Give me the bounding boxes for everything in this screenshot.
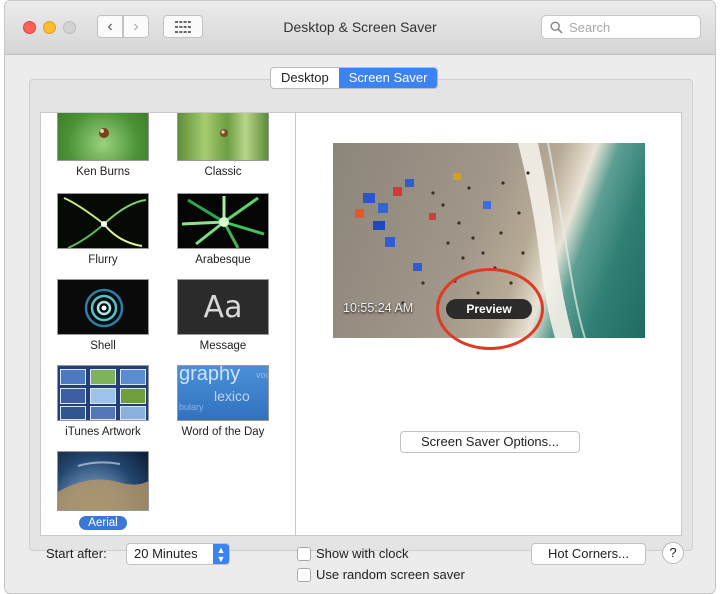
screensaver-label: Word of the Day: [181, 426, 265, 438]
aerial-thumbnail: [57, 451, 149, 511]
random-screensaver-checkbox[interactable]: [297, 568, 311, 582]
screensaver-item-message[interactable]: Aa Message: [173, 279, 273, 352]
screensaver-item-classic[interactable]: Classic: [173, 113, 273, 178]
search-placeholder: Search: [569, 19, 611, 35]
classic-thumbnail: [177, 113, 269, 161]
start-after-select[interactable]: 20 Minutes ▲ ▼: [126, 543, 230, 565]
itunes-artwork-thumbnail: [57, 365, 149, 421]
screen-saver-options-button[interactable]: Screen Saver Options...: [400, 431, 580, 453]
screensaver-item-aerial[interactable]: Aerial: [53, 451, 153, 530]
tab-bar: Desktop Screen Saver: [270, 67, 439, 89]
screensaver-item-ken-burns[interactable]: Ken Burns: [53, 113, 153, 178]
screensaver-label: Ken Burns: [76, 166, 130, 178]
screensaver-label: Message: [199, 340, 247, 352]
tab-desktop[interactable]: Desktop: [271, 68, 339, 88]
tab-screen-saver[interactable]: Screen Saver: [338, 68, 438, 88]
show-with-clock-checkbox[interactable]: [297, 547, 311, 561]
screensaver-label: Classic: [204, 166, 242, 178]
word-of-the-day-thumbnail: graphy voc lexico bulary: [177, 365, 269, 421]
screen-saver-list[interactable]: Ken Burns Classic Flurry Arabesque Shell…: [40, 112, 296, 536]
start-after-label: Start after:: [46, 546, 107, 561]
ken-burns-thumbnail: [57, 113, 149, 161]
screensaver-label: iTunes Artwork: [65, 426, 141, 438]
preview-clock: 10:55:24 AM: [343, 301, 414, 315]
thumb-word: graphy: [179, 365, 241, 385]
help-button[interactable]: ?: [662, 542, 684, 564]
search-field[interactable]: Search: [541, 15, 701, 39]
screensaver-item-shell[interactable]: Shell: [53, 279, 153, 352]
highlight-circle: [436, 268, 544, 350]
thumb-word: voc: [255, 370, 269, 380]
screensaver-label: Arabesque: [195, 254, 251, 266]
screensaver-label-selected: Aerial: [79, 516, 127, 530]
screensaver-item-itunes-artwork[interactable]: iTunes Artwork: [53, 365, 153, 438]
search-icon: [550, 20, 563, 34]
flurry-thumbnail: [57, 193, 149, 249]
screensaver-item-word-of-the-day[interactable]: graphy voc lexico bulary Word of the Day: [173, 365, 273, 438]
show-with-clock-label: Show with clock: [316, 546, 409, 561]
screensaver-label: Shell: [90, 340, 116, 352]
updown-arrows-icon: ▲ ▼: [213, 544, 229, 564]
screensaver-label: Flurry: [88, 254, 118, 266]
random-screensaver-label: Use random screen saver: [316, 567, 465, 582]
shell-thumbnail: [57, 279, 149, 335]
arabesque-thumbnail: [177, 193, 269, 249]
message-thumbnail: Aa: [177, 279, 269, 335]
screensaver-item-arabesque[interactable]: Arabesque: [173, 193, 273, 266]
title-bar: ‹ › Desktop & Screen Saver Search: [5, 1, 715, 55]
thumb-word: bulary: [179, 402, 204, 412]
thumb-word: lexico: [214, 388, 250, 404]
screensaver-item-flurry[interactable]: Flurry: [53, 193, 153, 266]
start-after-value: 20 Minutes: [134, 546, 198, 561]
hot-corners-button[interactable]: Hot Corners...: [531, 543, 646, 565]
